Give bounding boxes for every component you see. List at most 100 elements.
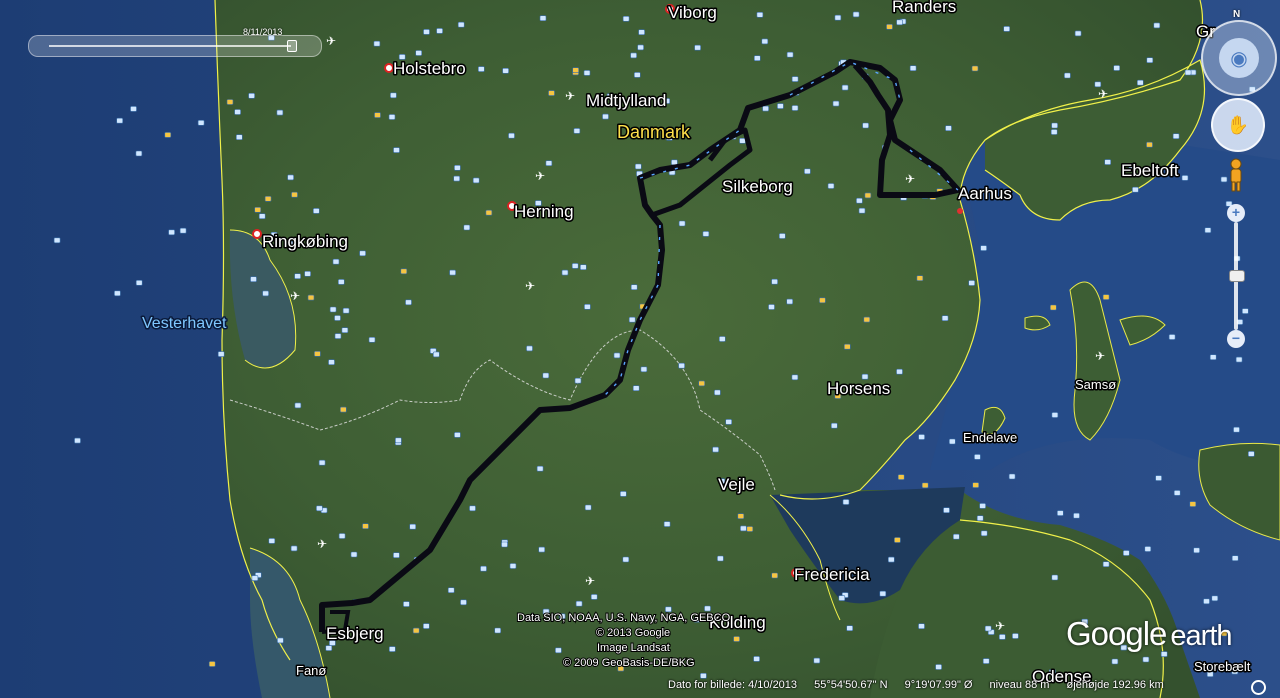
photo-marker-icon[interactable] — [291, 191, 298, 198]
photo-marker-icon[interactable] — [761, 38, 769, 45]
photo-marker-icon[interactable] — [1051, 412, 1059, 418]
photo-marker-icon[interactable] — [542, 372, 550, 379]
photo-marker-icon[interactable] — [1173, 490, 1181, 496]
photo-marker-icon[interactable] — [1003, 26, 1011, 32]
photo-marker-icon[interactable] — [1051, 574, 1059, 581]
zoom-out-button[interactable]: − — [1227, 330, 1245, 348]
photo-marker-icon[interactable] — [168, 229, 175, 236]
photo-marker-icon[interactable] — [573, 128, 581, 134]
eye-icon[interactable]: ◉ — [1219, 38, 1259, 78]
photo-marker-icon[interactable] — [412, 627, 420, 634]
photo-marker-icon[interactable] — [584, 504, 592, 511]
photo-marker-icon[interactable] — [819, 297, 826, 304]
photo-marker-icon[interactable] — [827, 183, 835, 189]
photo-marker-icon[interactable] — [841, 84, 849, 91]
photo-marker-icon[interactable] — [979, 503, 986, 509]
photo-marker-icon[interactable] — [135, 279, 143, 286]
photo-marker-icon[interactable] — [342, 307, 350, 314]
photo-marker-icon[interactable] — [447, 587, 455, 594]
photo-marker-icon[interactable] — [753, 55, 761, 62]
photo-marker-icon[interactable] — [453, 175, 461, 182]
photo-marker-icon[interactable] — [422, 623, 430, 629]
photo-marker-icon[interactable] — [952, 533, 960, 540]
photo-marker-icon[interactable] — [843, 343, 851, 350]
photo-marker-icon[interactable] — [1209, 354, 1217, 361]
photo-marker-icon[interactable] — [832, 100, 840, 107]
photo-marker-icon[interactable] — [574, 377, 582, 384]
photo-marker-icon[interactable] — [864, 192, 872, 199]
time-slider-handle[interactable] — [287, 40, 297, 52]
photo-marker-icon[interactable] — [998, 634, 1006, 640]
photo-marker-icon[interactable] — [1189, 501, 1197, 507]
photo-marker-icon[interactable] — [762, 105, 769, 112]
photo-marker-icon[interactable] — [630, 284, 638, 291]
photo-marker-icon[interactable] — [737, 513, 745, 520]
photo-marker-icon[interactable] — [633, 72, 641, 78]
photo-marker-icon[interactable] — [1231, 555, 1239, 562]
photo-marker-icon[interactable] — [980, 530, 988, 537]
photo-marker-icon[interactable] — [268, 538, 276, 544]
photo-marker-icon[interactable] — [622, 15, 630, 22]
photo-marker-icon[interactable] — [1235, 356, 1243, 363]
photo-marker-icon[interactable] — [571, 263, 579, 269]
photo-marker-icon[interactable] — [694, 44, 701, 51]
photo-marker-icon[interactable] — [548, 90, 555, 96]
photo-marker-icon[interactable] — [390, 92, 397, 99]
photo-marker-icon[interactable] — [1146, 141, 1153, 148]
photo-marker-icon[interactable] — [409, 523, 417, 530]
photo-marker-icon[interactable] — [879, 590, 887, 597]
photo-marker-icon[interactable] — [362, 523, 369, 530]
photo-marker-icon[interactable] — [472, 177, 480, 184]
photo-marker-icon[interactable] — [700, 672, 707, 679]
photo-marker-icon[interactable] — [976, 515, 984, 522]
photo-marker-icon[interactable] — [894, 537, 901, 543]
photo-marker-icon[interactable] — [1111, 658, 1119, 665]
photo-marker-icon[interactable] — [739, 138, 746, 144]
photo-marker-icon[interactable] — [388, 114, 396, 120]
photo-marker-icon[interactable] — [1132, 186, 1139, 193]
photo-marker-icon[interactable] — [536, 465, 544, 472]
photo-marker-icon[interactable] — [1102, 294, 1110, 300]
photo-marker-icon[interactable] — [628, 316, 636, 323]
photo-marker-icon[interactable] — [395, 437, 402, 444]
photo-marker-icon[interactable] — [334, 315, 341, 321]
photo-marker-icon[interactable] — [393, 552, 400, 559]
photo-marker-icon[interactable] — [896, 368, 903, 375]
photo-marker-icon[interactable] — [1193, 547, 1200, 554]
photo-marker-icon[interactable] — [663, 521, 671, 527]
photo-marker-icon[interactable] — [264, 196, 272, 202]
photo-marker-icon[interactable] — [477, 66, 485, 72]
photo-marker-icon[interactable] — [678, 220, 686, 227]
photo-marker-icon[interactable] — [463, 224, 471, 231]
pan-control[interactable]: ✋ — [1211, 98, 1265, 152]
photo-marker-icon[interactable] — [982, 658, 990, 664]
photo-marker-icon[interactable] — [714, 389, 721, 396]
photo-marker-icon[interactable] — [804, 168, 811, 175]
photo-marker-icon[interactable] — [508, 132, 515, 139]
photo-marker-icon[interactable] — [436, 28, 443, 34]
photo-marker-icon[interactable] — [368, 336, 376, 343]
photo-marker-icon[interactable] — [1172, 133, 1180, 139]
photo-marker-icon[interactable] — [733, 636, 740, 642]
photo-marker-icon[interactable] — [325, 645, 333, 651]
zoom-handle[interactable] — [1229, 270, 1245, 282]
photo-marker-icon[interactable] — [638, 29, 645, 36]
photo-marker-icon[interactable] — [290, 545, 298, 552]
photo-marker-icon[interactable] — [640, 366, 648, 373]
photo-marker-icon[interactable] — [502, 68, 509, 74]
photo-marker-icon[interactable] — [590, 594, 598, 600]
look-compass-control[interactable]: N ◉ — [1201, 9, 1277, 96]
photo-marker-icon[interactable] — [791, 374, 799, 381]
photo-marker-icon[interactable] — [768, 304, 775, 310]
photo-marker-icon[interactable] — [941, 315, 949, 322]
photo-marker-icon[interactable] — [276, 109, 284, 116]
north-indicator[interactable]: N — [1233, 9, 1240, 20]
photo-marker-icon[interactable] — [337, 279, 345, 285]
photo-marker-icon[interactable] — [339, 406, 347, 413]
photo-marker-icon[interactable] — [842, 499, 850, 505]
photo-marker-icon[interactable] — [1168, 334, 1176, 340]
photo-marker-icon[interactable] — [830, 422, 838, 429]
photo-marker-icon[interactable] — [316, 505, 323, 512]
photo-marker-icon[interactable] — [234, 109, 241, 115]
photo-marker-icon[interactable] — [359, 250, 366, 257]
